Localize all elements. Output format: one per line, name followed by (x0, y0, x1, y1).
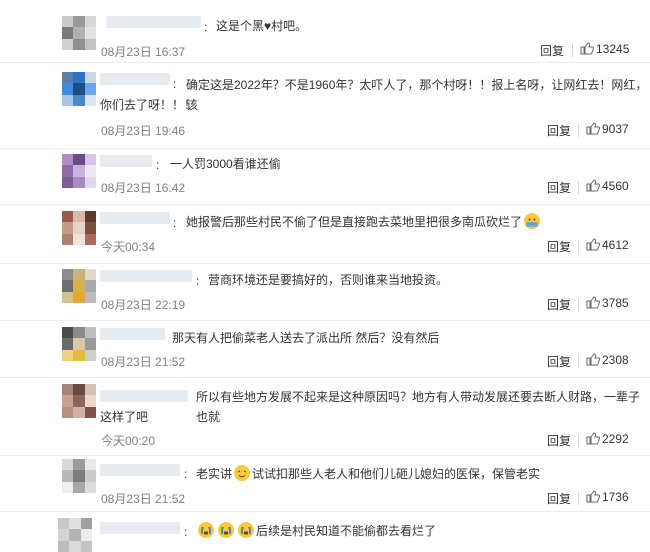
reply-button[interactable]: 回复 (547, 490, 571, 507)
reply-button[interactable]: 回复 (547, 179, 571, 196)
like-button[interactable]: 2308 (586, 353, 629, 367)
username[interactable] (100, 270, 192, 282)
reply-button[interactable]: 回复 (547, 122, 571, 139)
crying-emoji-icon (238, 522, 254, 538)
comment-text-line2: 这样了吧 (100, 410, 149, 424)
comment-text: 所以有些地方发展不起来是这种原因吗？地方有人带动发展还要去断人财路，一辈子也就 (196, 390, 641, 424)
comment-time: 今天00:34 (101, 240, 156, 254)
like-button[interactable]: 1736 (586, 490, 629, 504)
comment-time: 08月23日 16:37 (101, 45, 186, 59)
avatar[interactable] (62, 16, 96, 50)
like-button[interactable]: 4612 (586, 238, 629, 252)
username[interactable] (100, 155, 152, 167)
comment-text: 她报警后那些村民不偷了但是直接跑去菜地里把很多南瓜砍烂了 (186, 212, 542, 232)
comment-text: 确定这是2022年？不是1960年？太吓人了，那个村呀！！报上名呀，让网红去！网… (186, 78, 648, 112)
reply-button[interactable]: 回复 (547, 296, 571, 313)
thumbs-up-icon (586, 353, 601, 366)
comment-time: 08月23日 19:46 (101, 124, 186, 138)
comment-text-line2: 你们去了呀！！！ (100, 98, 197, 112)
username[interactable] (100, 390, 188, 402)
comment-text: 老实讲 试试扣那些人老人和他们儿砸儿媳妇的医保，保管老实 (196, 465, 541, 481)
comment-text: 这是个黑♥村吧。 (216, 19, 308, 33)
comment-item: 那天有人把偷菜老人送去了派出所 然后？没有然后 08月23日 21:52 回复 … (0, 321, 650, 378)
comment-time: 08月23日 22:19 (101, 298, 186, 312)
comment-item: : 确定这是2022年？不是1960年？太吓人了，那个村呀！！报上名呀，让网红去… (0, 63, 650, 149)
comment-item: : 后续是村民知道不能偷都去看烂了 (0, 512, 650, 552)
comment-item: : 营商环境还是要搞好的，否则谁来当地投资。 08月23日 22:19 回复 3… (0, 264, 650, 321)
comment-time: 08月23日 16:42 (101, 181, 186, 195)
comment-item: : 她报警后那些村民不偷了但是直接跑去菜地里把很多南瓜砍烂了 今天00:34 回… (0, 205, 650, 264)
thumbs-up-icon (586, 296, 601, 309)
crying-emoji-icon (198, 522, 214, 538)
like-button[interactable]: 4560 (586, 179, 629, 193)
comment-text: 一人罚3000看谁还偷 (170, 157, 281, 171)
emoji-icon (524, 213, 541, 229)
avatar[interactable] (62, 327, 96, 361)
avatar[interactable] (62, 384, 96, 418)
comment-item: : 一人罚3000看谁还偷 08月23日 16:42 回复 4560 (0, 149, 650, 205)
thumbs-up-icon (580, 42, 595, 55)
reply-button[interactable]: 回复 (547, 432, 571, 449)
thumbs-up-icon (586, 432, 601, 445)
like-button[interactable]: 2292 (586, 432, 629, 446)
thumbs-up-icon (586, 490, 601, 503)
like-button[interactable]: 3785 (586, 296, 629, 310)
avatar[interactable] (62, 211, 96, 245)
username[interactable] (100, 464, 180, 476)
comment-time: 今天00:20 (101, 434, 156, 448)
username[interactable] (100, 328, 165, 340)
avatar[interactable] (62, 154, 96, 188)
comment-time: 08月23日 21:52 (101, 492, 186, 506)
username[interactable] (100, 212, 170, 224)
comment-text: 营商环境还是要搞好的，否则谁来当地投资。 (208, 273, 449, 287)
comment-item: : 老实讲 试试扣那些人老人和他们儿砸儿媳妇的医保，保管老实 08月23日 21… (0, 456, 650, 512)
thumbs-up-icon (586, 238, 601, 251)
reply-button[interactable]: 回复 (547, 238, 571, 255)
avatar[interactable] (58, 518, 92, 552)
comment-item: 所以有些地方发展不起来是这种原因吗？地方有人带动发展还要去断人财路，一辈子也就 … (0, 378, 650, 456)
username[interactable] (100, 522, 180, 534)
like-button[interactable]: 9037 (586, 122, 629, 136)
thumbs-up-icon (586, 179, 601, 192)
thumbs-up-icon (586, 122, 601, 135)
comment-time: 08月23日 21:52 (101, 355, 186, 369)
comment-item: : 这是个黑♥村吧。 08月23日 16:37 回复 13245 (0, 0, 650, 63)
reply-button[interactable]: 回复 (547, 353, 571, 370)
crying-emoji-icon (218, 522, 234, 538)
username[interactable] (100, 73, 170, 85)
reply-button[interactable]: 回复 (540, 42, 564, 59)
avatar[interactable] (62, 269, 96, 303)
username[interactable] (106, 16, 201, 28)
avatar[interactable] (62, 72, 96, 106)
like-button[interactable]: 13245 (580, 42, 629, 56)
comment-text: 那天有人把偷菜老人送去了派出所 然后？没有然后 (172, 331, 440, 345)
avatar[interactable] (62, 459, 96, 493)
emoji-icon (234, 465, 251, 481)
comment-text: 后续是村民知道不能偷都去看烂了 (196, 521, 436, 541)
